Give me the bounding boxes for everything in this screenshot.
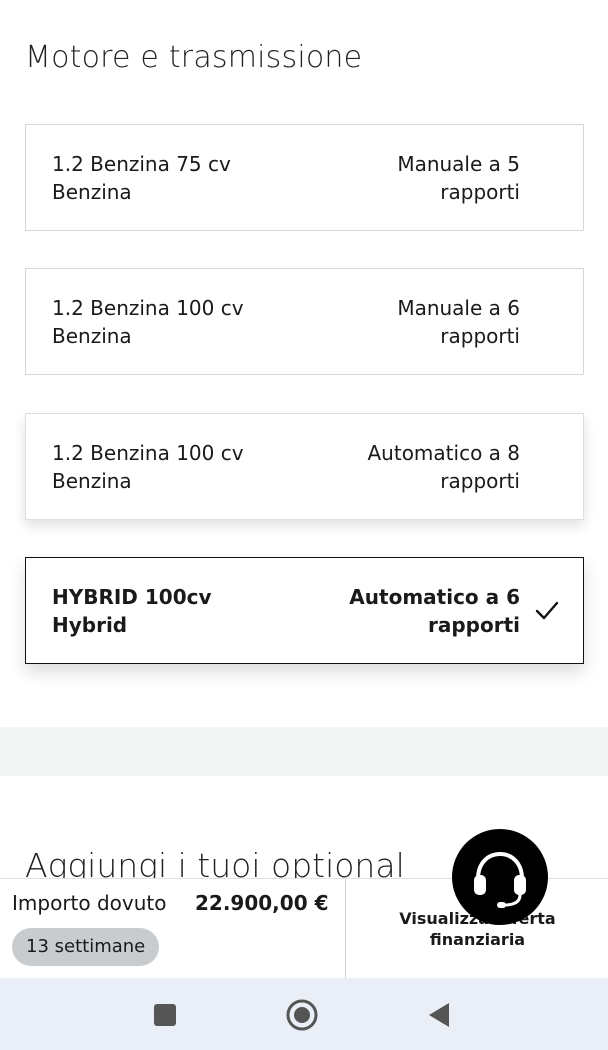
transmission-line1: Manuale a 6 <box>397 295 520 320</box>
engine-fuel: Hybrid <box>52 612 128 637</box>
section-title: Motore e trasmissione <box>25 40 363 75</box>
engine-fuel: Benzina <box>52 179 132 204</box>
amount-due-value: 22.900,00 € <box>195 891 329 915</box>
nav-home-button[interactable] <box>285 998 319 1032</box>
amount-due-panel: Importo dovuto 22.900,00 € 13 settimane <box>0 879 346 979</box>
engine-option-info: 1.2 Benzina 100 cv Benzina <box>52 294 290 350</box>
engine-option-4-selected[interactable]: HYBRID 100cv Hybrid Automatico a 6 rappo… <box>25 557 584 664</box>
nav-recents-button[interactable] <box>148 998 182 1032</box>
engine-transmission: Manuale a 5 rapporti <box>290 150 520 206</box>
engine-option-1[interactable]: 1.2 Benzina 75 cv Benzina Manuale a 5 ra… <box>25 124 584 231</box>
engine-transmission: Manuale a 6 rapporti <box>290 294 520 350</box>
engine-name: 1.2 Benzina 100 cv <box>52 295 244 320</box>
square-icon <box>154 1004 176 1026</box>
transmission-line1: Automatico a 6 <box>349 584 520 609</box>
offer-label-line2: finanziaria <box>429 930 526 949</box>
engine-option-info: HYBRID 100cv Hybrid <box>52 583 290 639</box>
engine-option-info: 1.2 Benzina 75 cv Benzina <box>52 150 290 206</box>
engine-fuel: Benzina <box>52 323 132 348</box>
transmission-line2: rapporti <box>440 323 520 348</box>
transmission-line2: rapporti <box>440 468 520 493</box>
headset-icon <box>474 851 526 908</box>
amount-due-label: Importo dovuto <box>12 891 167 915</box>
engine-option-info: 1.2 Benzina 100 cv Benzina <box>52 439 290 495</box>
engine-fuel: Benzina <box>52 468 132 493</box>
engine-name: 1.2 Benzina 75 cv <box>52 151 231 176</box>
android-navigation-bar <box>0 978 608 1050</box>
engine-transmission: Automatico a 8 rapporti <box>290 439 521 495</box>
check-icon <box>535 601 559 619</box>
support-chat-button[interactable] <box>452 829 548 925</box>
engine-option-2[interactable]: 1.2 Benzina 100 cv Benzina Manuale a 6 r… <box>25 268 584 375</box>
triangle-back-icon <box>429 1003 449 1027</box>
transmission-line2: rapporti <box>427 612 520 637</box>
section-divider <box>0 727 608 776</box>
engine-option-3[interactable]: 1.2 Benzina 100 cv Benzina Automatico a … <box>25 413 584 520</box>
engine-name: HYBRID 100cv <box>52 584 212 609</box>
circle-icon <box>286 999 318 1031</box>
transmission-line2: rapporti <box>440 179 520 204</box>
nav-back-button[interactable] <box>422 998 456 1032</box>
delivery-weeks-badge: 13 settimane <box>12 928 160 966</box>
transmission-line1: Automatico a 8 <box>367 440 521 465</box>
transmission-line1: Manuale a 5 <box>397 151 520 176</box>
engine-transmission: Automatico a 6 rapporti <box>290 583 520 639</box>
engine-name: 1.2 Benzina 100 cv <box>52 440 244 465</box>
